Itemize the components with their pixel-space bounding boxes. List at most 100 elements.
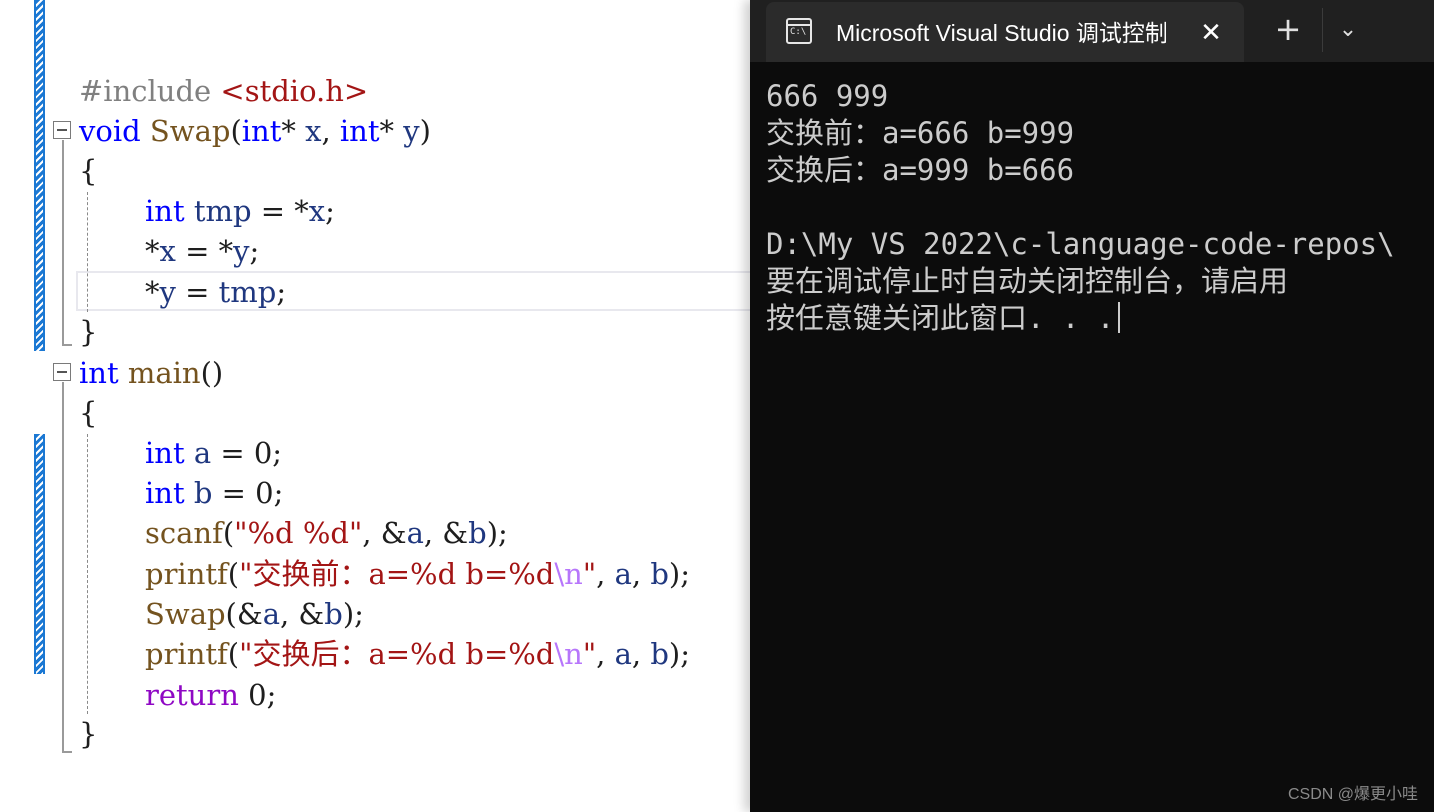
console-output-line: 交换前：a=666 b=999 xyxy=(766,116,1075,150)
code-line: } xyxy=(79,714,97,754)
console-output-line: 666 999 xyxy=(766,79,889,113)
change-indicator-bottom xyxy=(34,434,45,674)
code-token: { xyxy=(79,396,98,430)
tab-bar: C:\ Microsoft Visual Studio 调试控制台 ✕ + ⌄ xyxy=(750,0,1434,62)
code-token: a xyxy=(614,557,632,591)
code-token: ); xyxy=(668,637,690,671)
code-token: printf xyxy=(145,557,228,591)
code-line: int tmp = *x; xyxy=(145,191,335,231)
code-token: printf xyxy=(145,637,228,671)
code-token: = * xyxy=(251,194,309,228)
code-line: #include <stdio.h> xyxy=(79,71,368,111)
text-cursor xyxy=(1118,302,1121,333)
code-token: , xyxy=(631,557,651,591)
code-token: a xyxy=(614,637,632,671)
code-token: , xyxy=(596,557,615,591)
code-token: ; xyxy=(325,194,335,228)
code-token: <stdio.h> xyxy=(220,74,369,108)
fold-line-main xyxy=(62,382,64,752)
code-token: int xyxy=(79,356,119,390)
code-token: ( xyxy=(227,637,240,671)
code-token: a xyxy=(262,597,280,631)
code-line: int main() xyxy=(79,353,223,393)
code-token: \n xyxy=(554,637,583,671)
code-token: , & xyxy=(423,516,469,550)
code-token: \n xyxy=(554,557,583,591)
code-token: "交换后：a=%d b=%d xyxy=(239,637,555,671)
debug-console-window[interactable]: C:\ Microsoft Visual Studio 调试控制台 ✕ + ⌄ … xyxy=(750,0,1434,812)
code-token: ); xyxy=(486,516,508,550)
code-token: int xyxy=(145,476,185,510)
code-token: ); xyxy=(342,597,364,631)
console-output-line: D:\My VS 2022\c-language-code-repos\ xyxy=(766,227,1395,261)
code-token: tmp xyxy=(193,194,252,228)
code-token: #include xyxy=(79,74,221,108)
code-token: int xyxy=(145,194,185,228)
code-token: " xyxy=(582,557,597,591)
code-token: ( xyxy=(222,516,235,550)
code-token: = 0; xyxy=(212,476,284,510)
collapse-swap-icon[interactable] xyxy=(53,121,71,139)
code-token: x xyxy=(305,114,322,148)
code-token: ); xyxy=(668,557,690,591)
code-token: b xyxy=(650,557,669,591)
code-token: * xyxy=(145,275,160,309)
code-line: int a = 0; xyxy=(145,433,282,473)
console-tab[interactable]: C:\ Microsoft Visual Studio 调试控制台 ✕ xyxy=(766,2,1244,62)
code-token: } xyxy=(79,315,98,349)
change-indicator-top xyxy=(34,0,45,351)
code-token: x xyxy=(159,234,176,268)
code-token: return xyxy=(145,678,239,712)
code-token: tmp xyxy=(218,275,277,309)
code-token: int xyxy=(241,114,282,148)
code-line: void Swap(int* x, int* y) xyxy=(79,111,431,151)
fold-line-swap xyxy=(62,140,64,345)
code-token: void xyxy=(79,114,141,148)
code-line: return 0; xyxy=(145,675,276,715)
code-token: ( xyxy=(227,557,240,591)
code-token: x xyxy=(308,194,326,228)
code-token: } xyxy=(79,717,98,751)
code-token: Swap xyxy=(145,597,226,631)
code-token: ) xyxy=(419,114,431,148)
code-token: "%d %d" xyxy=(234,516,363,550)
code-token: , xyxy=(321,114,340,148)
code-line: { xyxy=(79,151,97,191)
indent-guide-main xyxy=(87,434,88,714)
code-token: = * xyxy=(175,234,234,268)
tab-title: Microsoft Visual Studio 调试控制台 xyxy=(836,20,1166,46)
code-token: Swap xyxy=(149,114,231,148)
code-token: * xyxy=(281,114,306,148)
code-token: b xyxy=(324,597,343,631)
code-line: *x = *y; xyxy=(145,231,259,271)
code-token: int xyxy=(339,114,380,148)
code-token: 0; xyxy=(238,678,277,712)
chevron-down-icon[interactable]: ⌄ xyxy=(1330,12,1366,48)
new-tab-icon[interactable]: + xyxy=(1270,12,1306,48)
code-token: ( xyxy=(230,114,242,148)
close-icon[interactable]: ✕ xyxy=(1194,16,1228,50)
code-token: y xyxy=(159,275,176,309)
code-token: y xyxy=(403,114,420,148)
code-token: " xyxy=(582,637,597,671)
code-editor[interactable]: #include <stdio.h> void Swap(int* x, int… xyxy=(0,0,750,812)
code-token: { xyxy=(79,154,98,188)
console-output-line: 按任意键关闭此窗口. . . xyxy=(766,300,1121,337)
code-token: a xyxy=(193,436,212,470)
console-output-line: 要在调试停止时自动关闭控制台，请启用 xyxy=(766,264,1289,298)
code-token: scanf xyxy=(145,516,223,550)
code-token: b xyxy=(193,476,213,510)
code-token: b xyxy=(468,516,487,550)
collapse-main-icon[interactable] xyxy=(53,363,71,381)
code-token: = xyxy=(175,275,219,309)
fold-end-main xyxy=(62,751,72,753)
code-line: *y = tmp; xyxy=(145,272,286,312)
code-line: printf("交换前：a=%d b=%d\n", a, b); xyxy=(145,554,690,594)
code-token: main xyxy=(127,356,201,390)
fold-end-swap xyxy=(62,344,72,346)
indent-guide-swap xyxy=(87,192,88,312)
